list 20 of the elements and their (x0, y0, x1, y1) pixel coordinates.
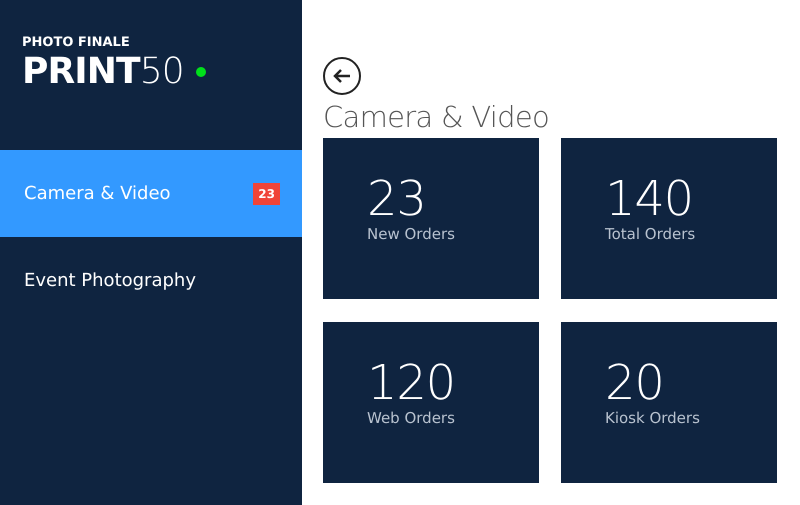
stat-label: New Orders (367, 225, 456, 243)
stat-value: 20 (605, 357, 665, 409)
product-name: PRINT50 (22, 51, 184, 93)
back-button[interactable] (323, 57, 361, 95)
stat-label: Kiosk Orders (605, 409, 701, 427)
back-arrow-icon (333, 69, 351, 83)
stat-tile[interactable]: 20 Kiosk Orders (561, 322, 777, 483)
page-title: Camera & Video (323, 99, 550, 135)
count-badge: 23 (253, 182, 280, 204)
stat-tile[interactable]: 23 New Orders (323, 138, 539, 299)
stat-tile[interactable]: 140 Total Orders (561, 138, 777, 299)
nav-item[interactable]: Event Photography (0, 237, 302, 324)
nav-item[interactable]: Camera & Video 23 (0, 150, 302, 237)
stat-value: 140 (605, 173, 694, 225)
stat-value: 23 (367, 173, 427, 225)
stat-tile[interactable]: 120 Web Orders (323, 322, 539, 483)
brand-name: PHOTO FINALE (22, 35, 131, 51)
stat-value: 120 (367, 357, 456, 409)
stat-label: Total Orders (605, 225, 696, 243)
stat-label: Web Orders (367, 409, 456, 427)
